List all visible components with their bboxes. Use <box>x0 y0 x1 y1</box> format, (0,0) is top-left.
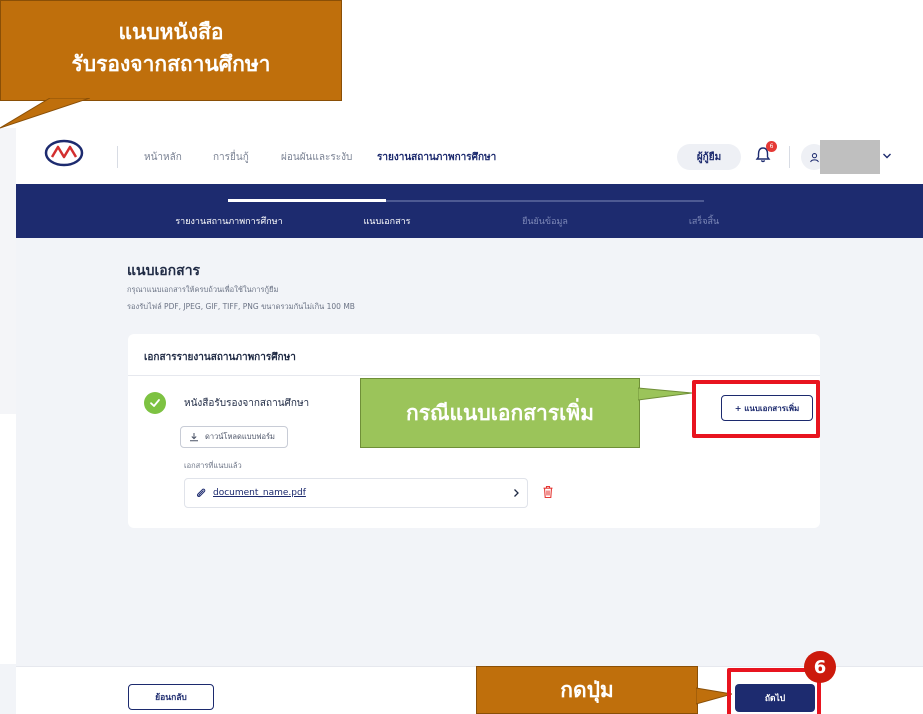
user-icon <box>809 152 819 162</box>
annotation-press-button: กดปุ่ม <box>476 666 698 714</box>
card-title: เอกสารรายงานสถานภาพการศึกษา <box>144 352 296 363</box>
annotation-pointer <box>0 98 90 129</box>
chevron-down-icon[interactable] <box>882 151 892 161</box>
top-navigation: หน้าหลัก การยื่นกู้ ผ่อนผันและระงับ รายง… <box>16 128 923 184</box>
card-divider <box>128 375 820 376</box>
chevron-right-icon[interactable] <box>511 488 521 498</box>
download-form-button[interactable]: ดาวน์โหลดแบบฟอร์ม <box>180 426 288 448</box>
back-button[interactable]: ย้อนกลับ <box>128 684 214 710</box>
file-link[interactable]: document_name.pdf <box>213 488 306 498</box>
role-button[interactable]: ผู้กู้ยืม <box>677 144 741 170</box>
step-education-report: รายงานสถานภาพการศึกษา <box>175 217 283 227</box>
nav-item-loan-application[interactable]: การยื่นกู้ <box>213 150 249 165</box>
page-description: กรุณาแนบเอกสารให้ครบถ้วนเพื่อใช้ในการกู้… <box>127 285 279 294</box>
annotation-add-more: กรณีแนบเอกสารเพิ่ม <box>360 378 640 448</box>
background-strip <box>0 414 16 664</box>
background-strip <box>0 664 16 714</box>
page-title: แนบเอกสาร <box>127 263 201 279</box>
progress-stepper: รายงานสถานภาพการศึกษา แนบเอกสาร ยืนยันข้… <box>16 184 923 238</box>
check-icon <box>144 392 166 414</box>
attached-file-row[interactable]: document_name.pdf <box>184 478 528 508</box>
kyf-logo[interactable] <box>44 138 84 168</box>
step-number-badge: 6 <box>804 651 836 683</box>
annotation-line: รับรองจากสถานศึกษา <box>71 52 271 76</box>
attached-documents-label: เอกสารที่แนบแล้ว <box>184 461 242 470</box>
nav-item-deferment[interactable]: ผ่อนผันและระงับ <box>281 150 352 165</box>
annotation-line: แนบหนังสือ <box>118 20 224 44</box>
notification-badge: 6 <box>766 141 777 152</box>
step-complete: เสร็จสิ้น <box>688 217 720 227</box>
nav-divider <box>117 146 118 168</box>
highlight-add-button <box>692 380 820 438</box>
step-confirm: ยืนยันข้อมูล <box>522 217 568 227</box>
annotation-attach-certificate: แนบหนังสือ รับรองจากสถานศึกษา <box>0 0 342 101</box>
stepper-progress <box>228 199 386 202</box>
nav-divider <box>789 146 790 168</box>
download-form-label: ดาวน์โหลดแบบฟอร์ม <box>205 432 276 441</box>
annotation-pointer <box>638 387 692 401</box>
document-name: หนังสือรับรองจากสถานศึกษา <box>184 398 310 409</box>
nav-item-home[interactable]: หน้าหลัก <box>144 150 182 165</box>
file-rules: รองรับไฟล์ PDF, JPEG, GIF, TIFF, PNG ขนา… <box>127 302 355 311</box>
user-name-redacted <box>820 140 880 174</box>
download-icon <box>190 433 198 442</box>
trash-icon[interactable] <box>542 485 554 499</box>
nav-item-education-report[interactable]: รายงานสถานภาพการศึกษา <box>377 150 496 165</box>
paperclip-icon <box>196 488 206 498</box>
step-attach-documents: แนบเอกสาร <box>363 217 411 227</box>
